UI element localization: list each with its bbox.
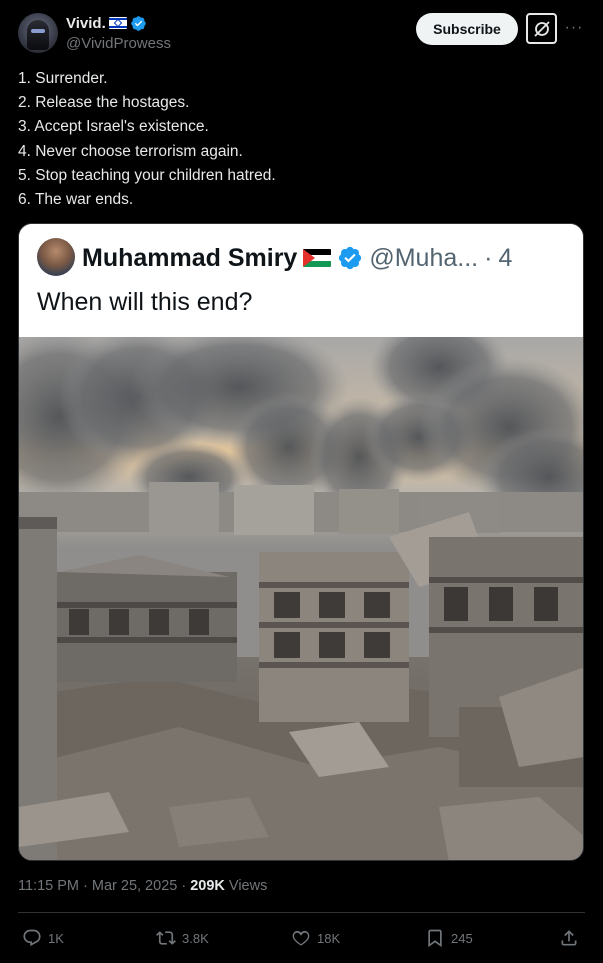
share-icon	[561, 930, 577, 946]
tweet-text: 1. Surrender. 2. Release the hostages. 3…	[18, 67, 588, 212]
subscribe-button[interactable]: Subscribe	[416, 13, 518, 45]
tweet-line: 2. Release the hostages.	[18, 94, 190, 112]
tweet-meta: 11:15 PM · Mar 25, 2025 · 209K Views	[18, 878, 267, 894]
destroyed-city-image	[19, 337, 583, 860]
tweet-header: Vivid. @VividProwess Subscribe ···	[0, 0, 603, 62]
like-count: 18K	[317, 930, 341, 946]
reply-count: 1K	[48, 930, 64, 946]
tweet-line: 3. Accept Israel's existence.	[18, 118, 209, 136]
tweet-line: 4. Never choose terrorism again.	[18, 142, 243, 160]
author-name[interactable]: Vivid.	[66, 15, 106, 32]
author-name-row[interactable]: Vivid.	[66, 13, 147, 33]
tweet-line: 1. Surrender.	[18, 70, 108, 87]
author-handle[interactable]: @VividProwess	[66, 35, 171, 52]
repost-icon	[156, 931, 176, 945]
quoted-author-handle[interactable]: @Muha...	[369, 244, 478, 273]
share-button[interactable]	[559, 922, 579, 954]
like-icon	[292, 930, 310, 946]
action-bar: 1K 3.8K 18K 245	[0, 922, 603, 954]
reply-icon	[23, 929, 41, 947]
like-button[interactable]: 18K	[291, 922, 340, 954]
repost-count: 3.8K	[182, 930, 209, 946]
quoted-tweet-text: When will this end?	[37, 288, 253, 316]
tweet-line: 6. The war ends.	[18, 191, 134, 209]
grok-glyph-icon	[533, 20, 550, 37]
verified-badge-icon	[339, 246, 362, 270]
quoted-author-name[interactable]: Muhammad Smiry	[82, 244, 297, 273]
grok-icon[interactable]	[526, 13, 557, 44]
bookmark-count: 245	[451, 930, 473, 946]
tweet-line: 5. Stop teaching your children hatred.	[18, 166, 276, 184]
reply-button[interactable]: 1K	[22, 922, 64, 954]
israel-flag-icon	[108, 17, 127, 29]
views-label: Views	[224, 878, 268, 894]
divider	[18, 912, 585, 913]
quoted-timestamp: 4	[498, 243, 513, 272]
more-icon[interactable]: ···	[564, 18, 584, 38]
bookmark-button[interactable]: 245	[425, 922, 473, 954]
tweet-timestamp[interactable]: 11:15 PM · Mar 25, 2025 ·	[18, 878, 190, 894]
quoted-author-avatar[interactable]	[37, 238, 75, 276]
quoted-tweet-photo[interactable]	[19, 337, 583, 860]
quoted-author-row: Muhammad Smiry @Muha... · 4	[82, 240, 512, 276]
quoted-separator: ·	[484, 243, 493, 272]
palestine-flag-icon	[303, 249, 332, 267]
quoted-tweet-header: Muhammad Smiry @Muha... · 4 When will th…	[19, 224, 583, 337]
author-avatar[interactable]	[18, 13, 58, 53]
verified-badge-icon[interactable]	[130, 15, 147, 32]
quoted-tweet-card[interactable]: Muhammad Smiry @Muha... · 4 When will th…	[18, 223, 584, 861]
views-count: 209K	[190, 878, 225, 894]
repost-button[interactable]: 3.8K	[156, 922, 209, 954]
bookmark-icon	[428, 929, 442, 948]
